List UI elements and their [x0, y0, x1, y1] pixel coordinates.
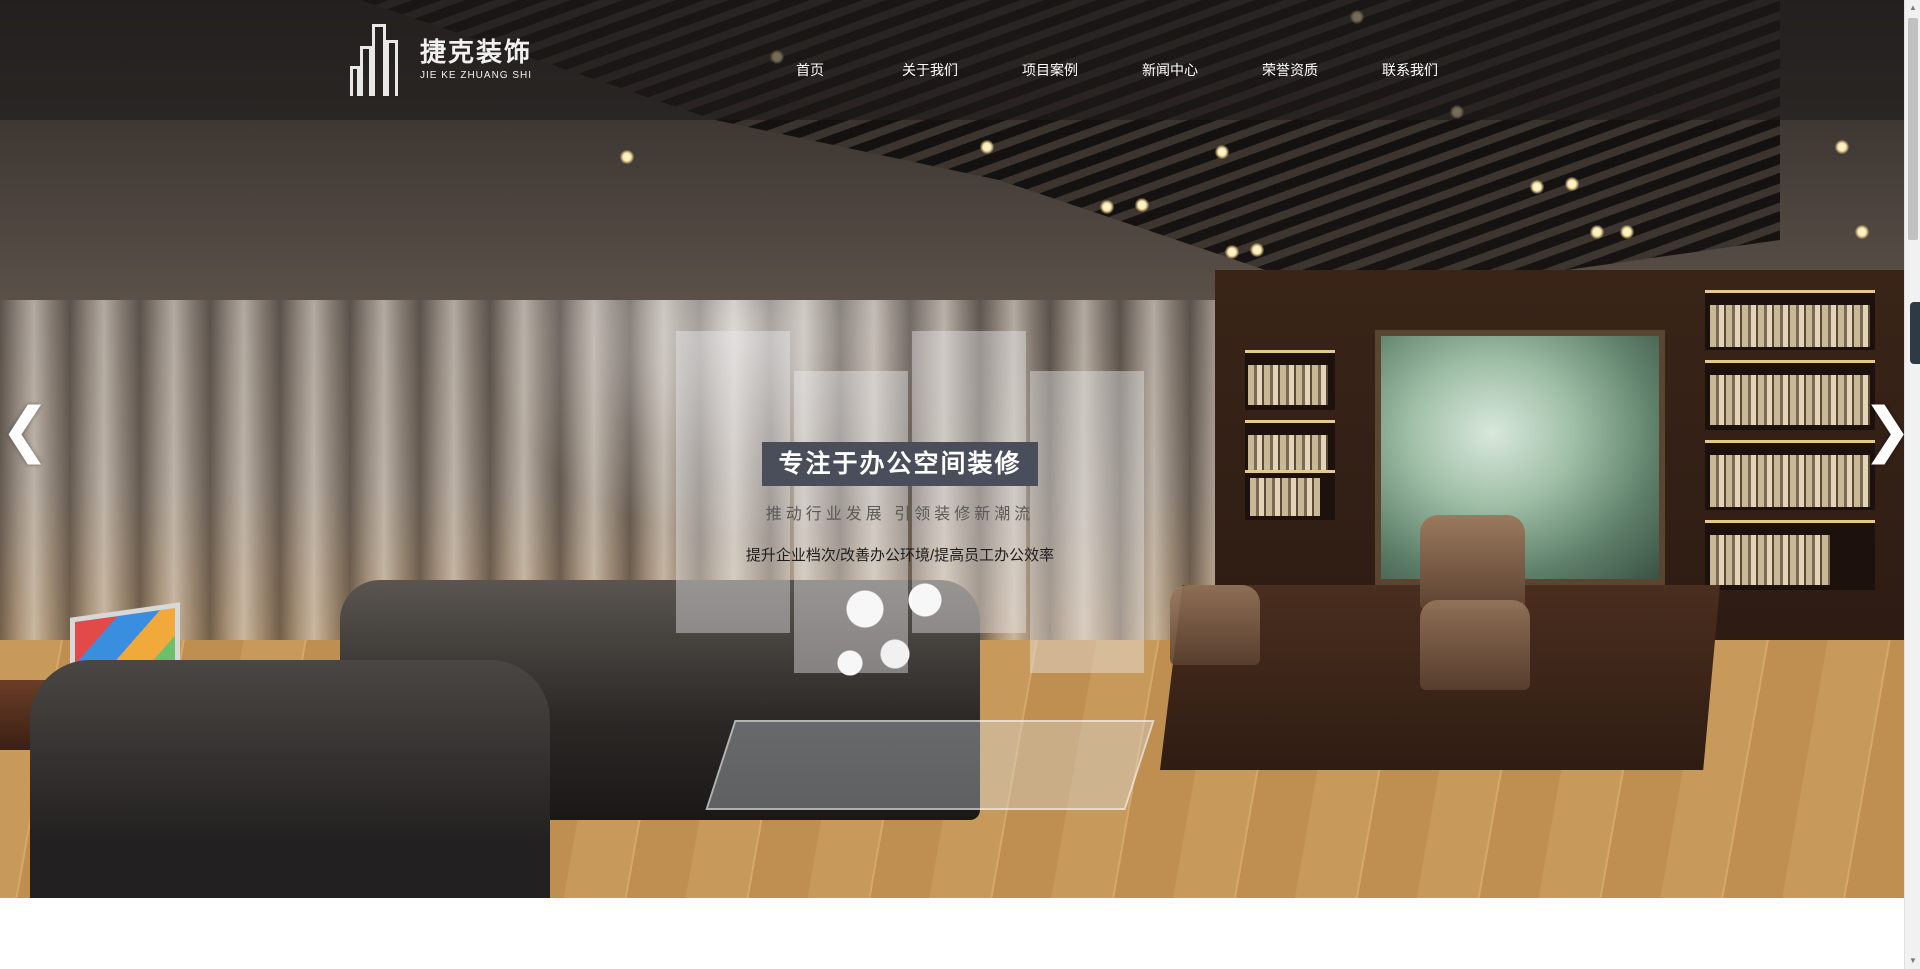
side-floating-widget[interactable]	[1910, 302, 1920, 364]
logo-name-cn: 捷克装饰	[420, 37, 533, 67]
main-nav: 首页 关于我们 项目案例 新闻中心 荣誉资质 联系我们	[750, 50, 1470, 90]
site-header: 捷克装饰 JIE KE ZHUANG SHI 首页 关于我们 项目案例 新闻中心…	[0, 0, 1904, 120]
chevron-left-icon: ❮	[0, 396, 51, 463]
slider-next-button[interactable]: ❯	[1862, 395, 1912, 465]
nav-item-contact[interactable]: 联系我们	[1350, 50, 1470, 90]
building-logo-icon	[350, 22, 406, 96]
nav-item-cases[interactable]: 项目案例	[990, 50, 1110, 90]
site-logo[interactable]: 捷克装饰 JIE KE ZHUANG SHI	[350, 20, 540, 98]
logo-name-en: JIE KE ZHUANG SHI	[420, 70, 533, 81]
banner-subline: 推动行业发展 引领装修新潮流	[765, 506, 1035, 523]
office-chair	[1420, 515, 1525, 610]
banner-tagline: 提升企业档次/改善办公环境/提高员工办公效率	[745, 547, 1055, 564]
banner-headline: 专注于办公空间装修	[762, 442, 1038, 486]
nav-item-honors[interactable]: 荣誉资质	[1230, 50, 1350, 90]
scroll-up-arrow-icon[interactable]: ▲	[1905, 0, 1920, 16]
scroll-thumb[interactable]	[1908, 18, 1918, 240]
slider-prev-button[interactable]: ❮	[0, 395, 50, 465]
nav-item-home[interactable]: 首页	[750, 50, 870, 90]
nav-item-news[interactable]: 新闻中心	[1110, 50, 1230, 90]
scroll-down-arrow-icon[interactable]: ▼	[1905, 953, 1920, 969]
page-scrollbar[interactable]: ▲ ▼	[1904, 0, 1920, 969]
nav-item-about[interactable]: 关于我们	[870, 50, 990, 90]
